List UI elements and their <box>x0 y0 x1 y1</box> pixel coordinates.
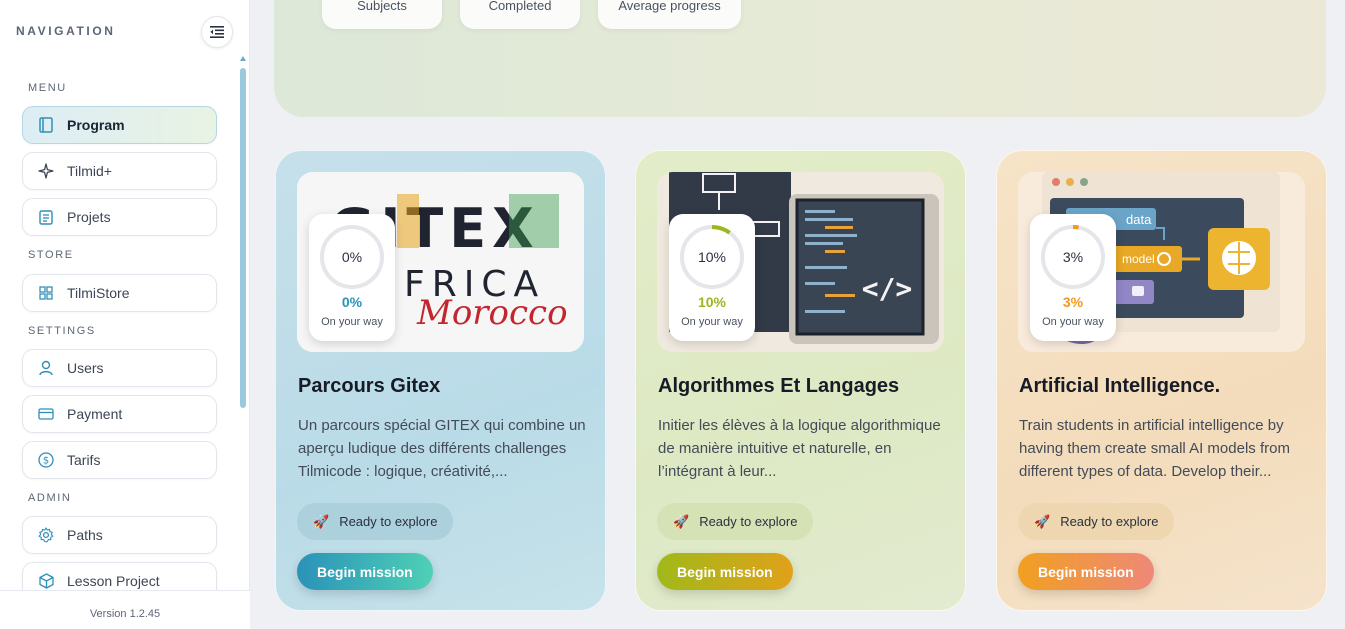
course-title: Algorithmes Et Langages <box>658 375 900 397</box>
section-label-store: STORE <box>28 249 74 261</box>
app-version: Version 1.2.45 <box>0 590 250 629</box>
course-description: Train students in artificial intelligenc… <box>1019 417 1290 480</box>
rocket-icon: 🚀 <box>673 513 690 529</box>
progress-status: On your way <box>321 316 383 328</box>
ai-model-label: model <box>1122 252 1155 266</box>
progress-status: On your way <box>1042 316 1104 328</box>
book-icon <box>37 116 55 134</box>
svg-text:$: $ <box>43 456 49 467</box>
stat-average-progress: 4% Average progress <box>598 0 741 29</box>
ready-badge: 🚀 Ready to explore <box>657 503 814 540</box>
progress-summary-panel: 3 Subjects 0 Completed 4% Average progre… <box>274 0 1326 117</box>
progress-ring-value: 10% <box>697 249 727 265</box>
stat-label: Subjects <box>357 0 407 13</box>
sparkle-icon <box>37 162 55 180</box>
sidebar-item-payment[interactable]: Payment <box>22 395 217 433</box>
sidebar-item-program[interactable]: Program <box>22 106 217 144</box>
sidebar-item-paths[interactable]: Paths <box>22 516 217 554</box>
sidebar-item-tilmistore[interactable]: TilmiStore <box>22 274 217 312</box>
progress-badge: 0% 0% On your way <box>309 214 395 341</box>
section-label-admin: ADMIN <box>28 492 72 504</box>
course-description: Un parcours spécial GITEX qui combine un… <box>298 417 586 480</box>
stat-label: Completed <box>488 0 552 13</box>
sidebar-item-label: Paths <box>67 527 103 543</box>
sidebar-item-label: TilmiStore <box>67 285 130 301</box>
dollar-circle-icon: $ <box>37 451 55 469</box>
begin-mission-button[interactable]: Begin mission <box>297 553 433 590</box>
section-label-settings: SETTINGS <box>28 325 96 337</box>
document-list-icon <box>37 208 55 226</box>
course-title: Artificial Intelligence. <box>1019 375 1221 397</box>
sidebar-item-projets[interactable]: Projets <box>22 198 217 236</box>
stat-completed: 0 Completed <box>460 0 580 29</box>
sidebar-item-label: Users <box>67 360 104 376</box>
svg-text:</>: </> <box>862 272 913 305</box>
course-title: Parcours Gitex <box>298 375 441 397</box>
sidebar-item-label: Tarifs <box>67 452 101 468</box>
section-label-menu: MENU <box>28 82 67 94</box>
sidebar-item-label: Program <box>67 117 125 133</box>
user-icon <box>37 359 55 377</box>
progress-ring-value: 0% <box>341 249 363 265</box>
course-description: Initier les élèves à la logique algorith… <box>658 417 941 480</box>
rocket-icon: 🚀 <box>1034 513 1051 529</box>
sidebar-item-users[interactable]: Users <box>22 349 217 387</box>
progress-ring-value: 3% <box>1062 249 1084 265</box>
scrollbar-thumb[interactable] <box>240 68 246 408</box>
begin-mission-button[interactable]: Begin mission <box>1018 553 1154 590</box>
sidebar-item-label: Tilmid+ <box>67 163 112 179</box>
ready-label: Ready to explore <box>1060 514 1159 529</box>
begin-mission-button[interactable]: Begin mission <box>657 553 793 590</box>
stat-label: Average progress <box>618 0 721 13</box>
stat-subjects: 3 Subjects <box>322 0 442 29</box>
progress-badge: 10% 10% On your way <box>669 214 755 341</box>
morocco-logo-text: Morocco <box>416 293 568 333</box>
ready-label: Ready to explore <box>699 514 798 529</box>
progress-percent: 10% <box>697 294 727 310</box>
ai-data-label: data <box>1126 212 1152 227</box>
course-card-gitex[interactable]: GITEX FRICA Morocco 0% 0% On your way Pa… <box>275 150 606 611</box>
sidebar-item-label: Lesson Project <box>67 573 160 589</box>
progress-percent: 3% <box>1062 294 1084 310</box>
sidebar: NAVIGATION MENU Program Tilmid+ Projets … <box>0 0 250 629</box>
collapse-sidebar-button[interactable] <box>201 16 233 48</box>
sidebar-item-tarifs[interactable]: $ Tarifs <box>22 441 217 479</box>
ready-badge: 🚀 Ready to explore <box>297 503 454 540</box>
sidebar-scrollbar[interactable] <box>239 56 247 590</box>
course-card-artificial-intelligence[interactable]: data model 3% 3% On your way Artificial … <box>996 150 1327 611</box>
scroll-up-arrow-icon[interactable] <box>240 56 246 61</box>
gear-icon <box>37 526 55 544</box>
cube-icon <box>37 572 55 590</box>
ready-badge: 🚀 Ready to explore <box>1018 503 1175 540</box>
rocket-icon: 🚀 <box>313 513 330 529</box>
sidebar-item-label: Payment <box>67 406 123 422</box>
progress-status: On your way <box>681 316 743 328</box>
sidebar-title: NAVIGATION <box>16 24 116 38</box>
sidebar-item-label: Projets <box>67 209 111 225</box>
progress-percent: 0% <box>341 294 363 310</box>
credit-card-icon <box>37 405 55 423</box>
progress-badge: 3% 3% On your way <box>1030 214 1116 341</box>
sidebar-item-tilmid-plus[interactable]: Tilmid+ <box>22 152 217 190</box>
menu-collapse-icon <box>210 26 224 38</box>
ready-label: Ready to explore <box>339 514 438 529</box>
grid-icon <box>37 284 55 302</box>
course-card-algorithmes[interactable]: </> 10% 10% On your way Algorithmes Et L… <box>635 150 966 611</box>
